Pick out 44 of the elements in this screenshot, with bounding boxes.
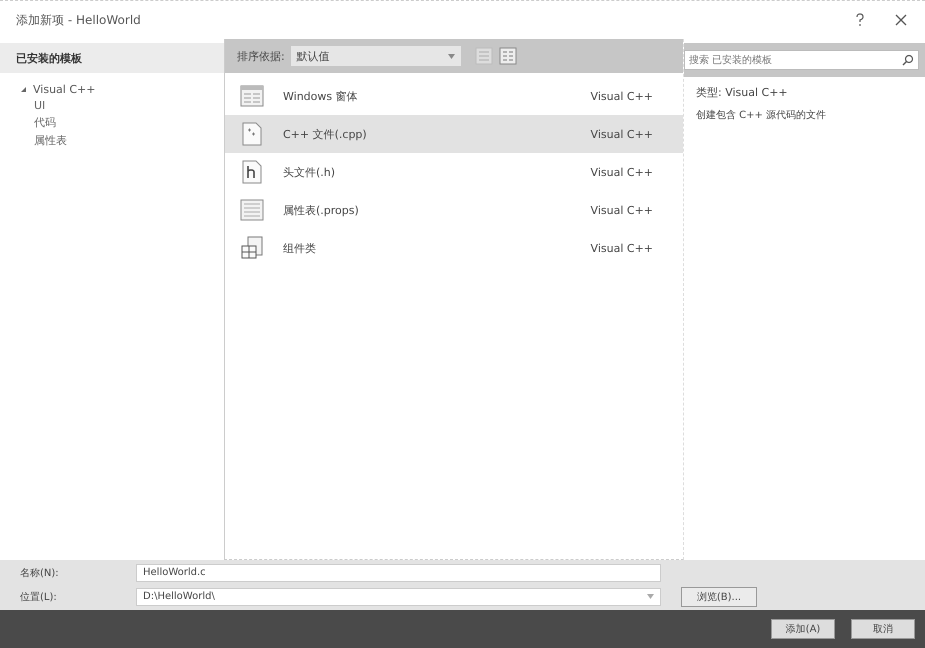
sort-dropdown[interactable]: 默认值 (290, 46, 461, 66)
expand-triangle-icon[interactable] (20, 86, 27, 93)
template-name: Windows 窗体 (283, 88, 359, 104)
template-item[interactable]: C++ 文件(.cpp) Visual C++ (225, 115, 683, 153)
template-language: Visual C++ (590, 128, 653, 140)
template-language: Visual C++ (590, 166, 653, 178)
browse-button[interactable]: 浏览(B)... (681, 586, 757, 606)
add-button[interactable]: 添加(A) (771, 619, 835, 639)
template-description: 创建包含 C++ 源代码的文件 (696, 108, 828, 122)
template-language: Visual C++ (590, 242, 653, 254)
caret-icon (647, 594, 654, 599)
tree-item[interactable]: Visual C++ (20, 83, 224, 96)
template-item[interactable]: 属性表(.props) Visual C++ (225, 191, 683, 229)
name-field[interactable]: HelloWorld.c (136, 564, 661, 582)
location-label: 位置(L): (20, 590, 58, 604)
template-item[interactable]: 头文件(.h) Visual C++ (225, 153, 683, 191)
template-name: 头文件(.h) (283, 164, 336, 180)
component-icon (239, 236, 265, 260)
tree-label[interactable]: Visual C++ (33, 83, 96, 96)
property-sheet-icon (239, 199, 265, 221)
template-language: Visual C++ (590, 204, 653, 216)
search-field[interactable]: 搜索 已安装的模板 (684, 50, 919, 70)
template-language: Visual C++ (590, 90, 653, 102)
form-icon (239, 85, 265, 107)
tree-item[interactable]: 代码 (20, 115, 224, 130)
tree-item[interactable]: UI (20, 99, 224, 112)
caret-icon (448, 54, 455, 58)
template-item[interactable]: Windows 窗体 Visual C++ (225, 77, 683, 115)
search-icon[interactable] (902, 54, 914, 66)
tree-item[interactable]: 属性表 (20, 133, 224, 148)
template-name: C++ 文件(.cpp) (283, 126, 368, 142)
cancel-button[interactable]: 取消 (851, 619, 915, 639)
template-name: 组件类 (283, 240, 317, 256)
sort-label: 排序依据: (237, 48, 285, 64)
close-icon[interactable] (895, 14, 907, 26)
help-icon[interactable] (855, 13, 865, 27)
window-title: 添加新项 - HelloWorld (16, 12, 141, 28)
location-dropdown[interactable]: D:\HelloWorld\ (136, 588, 661, 606)
panel-heading: 已安装的模板 (16, 50, 82, 66)
name-label: 名称(N): (20, 566, 60, 580)
template-item[interactable]: 组件类 Visual C++ (225, 229, 683, 267)
template-name: 属性表(.props) (283, 202, 360, 218)
template-type: 类型: Visual C++ (696, 85, 789, 100)
grid-view-icon[interactable] (498, 47, 517, 65)
